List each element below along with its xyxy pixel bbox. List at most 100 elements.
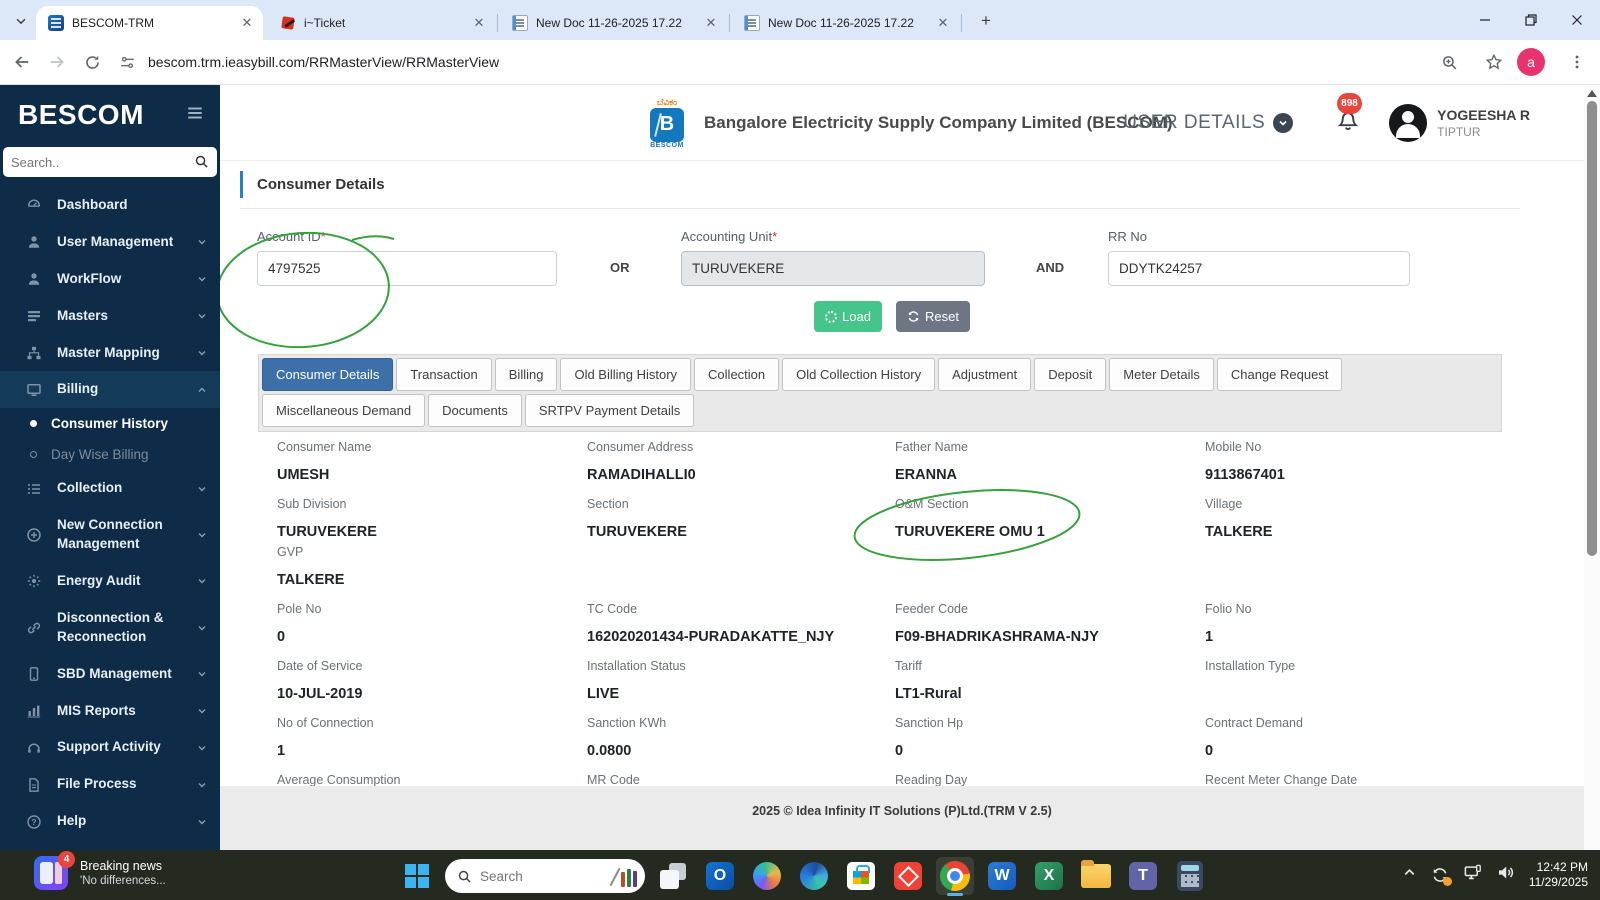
window-restore-button[interactable] bbox=[1508, 0, 1554, 40]
sidebar-search-input[interactable] bbox=[3, 147, 217, 177]
tray-volume-icon[interactable] bbox=[1496, 863, 1515, 887]
browser-tab-bescom-trm-0[interactable]: BESCOM-TRM ✕ bbox=[36, 6, 263, 40]
detail-field: Father Name ERANNA bbox=[895, 439, 1205, 485]
sidebar-item-help[interactable]: ? Help bbox=[0, 803, 220, 840]
tab-close-icon[interactable]: ✕ bbox=[471, 15, 487, 31]
sidebar-item-sbd-management[interactable]: SBD Management bbox=[0, 656, 220, 693]
detail-tabs: Consumer Details Transaction Billing Old Bi… bbox=[258, 354, 1502, 432]
field-value: 0 bbox=[277, 629, 286, 645]
sidebar-item-masters[interactable]: Masters bbox=[0, 298, 220, 335]
tab-miscellaneous-demand[interactable]: Miscellaneous Demand bbox=[262, 394, 426, 427]
user-details-dropdown[interactable]: USER DETAILS bbox=[1123, 112, 1294, 134]
back-icon[interactable] bbox=[9, 49, 35, 75]
reset-button[interactable]: Reset bbox=[896, 301, 970, 332]
tab-adjustment[interactable]: Adjustment bbox=[938, 358, 1032, 391]
sidebar-item-mis-reports[interactable]: MIS Reports bbox=[0, 693, 220, 730]
start-button[interactable] bbox=[398, 857, 436, 895]
search-icon[interactable] bbox=[194, 154, 209, 174]
excel-icon[interactable]: X bbox=[1030, 857, 1068, 895]
sidebar-item-energy-audit[interactable]: Energy Audit bbox=[0, 563, 220, 600]
browser-menu-kebab-icon[interactable] bbox=[1564, 49, 1590, 75]
scrollbar-thumb[interactable] bbox=[1587, 101, 1597, 556]
bookmark-star-icon[interactable] bbox=[1481, 49, 1507, 75]
tab-change-request[interactable]: Change Request bbox=[1216, 358, 1343, 391]
word-icon[interactable]: W bbox=[983, 857, 1021, 895]
window-minimize-button[interactable] bbox=[1462, 0, 1508, 40]
sidebar-item-disconnection-reconnection[interactable]: Disconnection & Reconnection bbox=[0, 600, 220, 656]
copilot-icon[interactable] bbox=[748, 857, 786, 895]
user-name: YOGEESHA R bbox=[1437, 106, 1530, 123]
accounting-unit-field[interactable] bbox=[681, 251, 985, 286]
tray-clock[interactable]: 12:42 PM 11/29/2025 bbox=[1529, 860, 1588, 890]
chevron-up-icon bbox=[196, 384, 208, 396]
window-close-button[interactable] bbox=[1554, 0, 1600, 40]
anydesk-icon[interactable] bbox=[889, 857, 927, 895]
tab-billing[interactable]: Billing bbox=[494, 358, 558, 391]
zoom-icon[interactable] bbox=[1436, 49, 1462, 75]
rr-no-field[interactable] bbox=[1108, 251, 1410, 286]
browser-tab-i-ticket-1[interactable]: i~Ticket ✕ bbox=[268, 6, 498, 40]
forward-icon[interactable] bbox=[44, 49, 70, 75]
tab-search-chevron-icon[interactable] bbox=[10, 10, 32, 32]
sidebar-item-user-management[interactable]: User Management bbox=[0, 224, 220, 261]
sidebar-item-label: New Connection Management bbox=[57, 517, 163, 552]
notification-bell-icon[interactable]: 898 bbox=[1335, 93, 1362, 138]
detail-field: Consumer Address RAMADIHALLI0 bbox=[587, 439, 895, 485]
sidebar-item-billing[interactable]: Billing bbox=[0, 371, 220, 409]
teams-icon[interactable]: T bbox=[1124, 857, 1162, 895]
browser-tab-strip: BESCOM-TRM ✕ i~Ticket ✕ New Doc 11-26-2025 1… bbox=[0, 0, 1600, 40]
store-icon[interactable] bbox=[842, 857, 880, 895]
sidebar-item-new-connection-management[interactable]: New Connection Management bbox=[0, 507, 220, 563]
task-view-icon[interactable] bbox=[654, 857, 692, 895]
calculator-icon[interactable] bbox=[1171, 857, 1209, 895]
tab-deposit[interactable]: Deposit bbox=[1034, 358, 1107, 391]
chrome-icon[interactable] bbox=[936, 857, 974, 896]
reload-icon[interactable] bbox=[79, 49, 105, 75]
tab-documents[interactable]: Documents bbox=[428, 394, 522, 427]
sidebar-item-master-mapping[interactable]: Master Mapping bbox=[0, 335, 220, 372]
site-info-icon[interactable] bbox=[114, 49, 140, 75]
chevron-down-icon bbox=[196, 668, 208, 680]
sidebar-item-file-process[interactable]: File Process bbox=[0, 766, 220, 803]
hamburger-menu-icon[interactable] bbox=[186, 104, 204, 127]
browser-tab-new-doc-11-26-2025-17-22-3[interactable]: New Doc 11-26-2025 17.22 ✕ bbox=[732, 6, 962, 40]
load-button[interactable]: Load bbox=[814, 301, 882, 332]
tray-chevron-up-icon[interactable] bbox=[1402, 865, 1417, 885]
account-id-field[interactable] bbox=[257, 251, 557, 286]
sidebar-item-dashboard[interactable]: Dashboard bbox=[0, 187, 220, 224]
tab-consumer-details[interactable]: Consumer Details bbox=[262, 358, 394, 391]
widget-subheadline: 'No differences... bbox=[80, 875, 166, 887]
new-tab-button[interactable]: + bbox=[975, 10, 997, 32]
user-avatar[interactable] bbox=[1389, 103, 1428, 142]
widgets-button[interactable]: 4 Breaking news 'No differences... bbox=[34, 851, 166, 890]
sidebar-subitem-day-wise-billing[interactable]: Day Wise Billing bbox=[0, 439, 220, 470]
edge-icon[interactable] bbox=[795, 857, 833, 895]
tab-srtpv-payment-details[interactable]: SRTPV Payment Details bbox=[524, 394, 695, 427]
tab-meter-details[interactable]: Meter Details bbox=[1109, 358, 1214, 391]
scrollbar-up-arrow[interactable] bbox=[1587, 90, 1597, 97]
tab-old-collection-history[interactable]: Old Collection History bbox=[782, 358, 936, 391]
sidebar-item-workflow[interactable]: WorkFlow bbox=[0, 261, 220, 298]
sidebar-item-collection[interactable]: Collection bbox=[0, 470, 220, 507]
tray-sync-icon[interactable] bbox=[1431, 866, 1452, 886]
tab-transaction[interactable]: Transaction bbox=[396, 358, 492, 391]
field-value: RAMADIHALLI0 bbox=[587, 467, 696, 483]
tab-old-billing-history[interactable]: Old Billing History bbox=[560, 358, 692, 391]
tab-collection[interactable]: Collection bbox=[694, 358, 780, 391]
url-text[interactable]: bescom.trm.ieasybill.com/RRMasterView/RR… bbox=[148, 54, 499, 70]
tab-close-icon[interactable]: ✕ bbox=[239, 15, 255, 31]
sidebar-subitem-consumer-history[interactable]: Consumer History bbox=[0, 408, 220, 439]
browser-profile-avatar[interactable]: a bbox=[1517, 48, 1545, 76]
tab-close-icon[interactable]: ✕ bbox=[935, 15, 951, 31]
taskbar-search-input[interactable] bbox=[480, 868, 580, 884]
outlook-icon[interactable]: O bbox=[701, 857, 739, 895]
tab-close-icon[interactable]: ✕ bbox=[703, 15, 719, 31]
spinner-icon bbox=[825, 310, 837, 323]
file-explorer-icon[interactable] bbox=[1077, 857, 1115, 895]
page-scrollbar[interactable] bbox=[1584, 85, 1600, 850]
tray-network-icon[interactable] bbox=[1463, 863, 1482, 887]
browser-tab-new-doc-11-26-2025-17-22-2[interactable]: New Doc 11-26-2025 17.22 ✕ bbox=[500, 6, 730, 40]
chevron-down-icon bbox=[196, 779, 208, 791]
sidebar-item-support-activity[interactable]: Support Activity bbox=[0, 729, 220, 766]
taskbar-search[interactable] bbox=[445, 859, 645, 893]
